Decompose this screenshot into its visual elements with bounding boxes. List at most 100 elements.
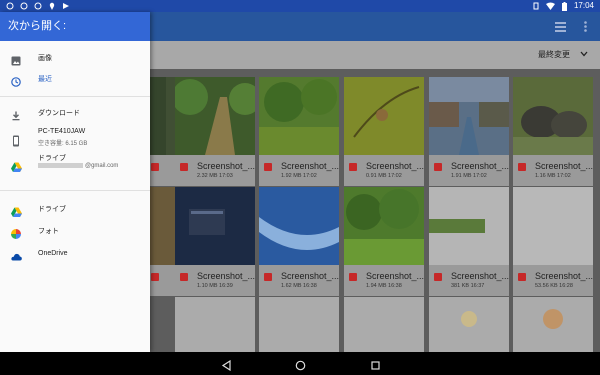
- image-file-icon: [151, 273, 159, 281]
- device-free-space: 空き容量: 6.15 GB: [38, 141, 88, 147]
- image-file-icon: [349, 163, 357, 171]
- file-meta: 53.56 KB 16:28: [535, 283, 573, 289]
- file-name: Screenshot_...: [366, 271, 425, 281]
- image-file-icon: [434, 163, 442, 171]
- thumbnail: [175, 187, 255, 265]
- file-tile[interactable]: Screenshot_... 381 KB 16:37: [429, 187, 509, 296]
- file-meta: 1.91 MB 17:02: [451, 173, 487, 179]
- drive-account-email: @gmail.com: [38, 163, 118, 169]
- file-tile[interactable]: [175, 297, 255, 359]
- image-file-icon: [180, 163, 188, 171]
- file-tile[interactable]: [429, 297, 509, 359]
- drawer-item-label: ダウンロード: [38, 110, 80, 117]
- file-tile[interactable]: [259, 297, 339, 359]
- file-meta: 1.62 MB 16:38: [281, 283, 317, 289]
- more-options-icon[interactable]: [579, 20, 592, 33]
- image-file-icon: [518, 273, 526, 281]
- file-meta: 0.91 MB 17:02: [366, 173, 402, 179]
- file-tile[interactable]: Screenshot_... 1.94 MB 16:38: [344, 187, 424, 296]
- image-file-icon: [180, 273, 188, 281]
- drive-icon: [11, 159, 22, 172]
- drawer-divider: [0, 96, 150, 97]
- image-file-icon: [434, 273, 442, 281]
- file-tile[interactable]: Screenshot_... 1.91 MB 17:02: [429, 77, 509, 186]
- file-meta: 1.94 MB 16:38: [366, 283, 402, 289]
- file-tile[interactable]: Screenshot_... 1.92 MB 17:02: [259, 77, 339, 186]
- list-view-icon[interactable]: [554, 20, 567, 33]
- image-icon: [11, 53, 21, 66]
- file-name: Screenshot_...: [451, 161, 510, 171]
- system-nav-bar: [0, 352, 600, 375]
- file-tile[interactable]: Screenshot_... 53.56 KB 16:28: [513, 187, 593, 296]
- image-file-icon: [264, 163, 272, 171]
- file-meta: 2.32 MB 17:03: [197, 173, 233, 179]
- file-tile[interactable]: Screenshot_... 1.62 MB 16:38: [259, 187, 339, 296]
- location-icon: [47, 1, 56, 10]
- file-tile[interactable]: Screenshot_... 1.10 MB 16:39: [175, 187, 255, 296]
- drawer-item-recent[interactable]: 最近: [0, 68, 150, 90]
- file-tile[interactable]: [344, 297, 424, 359]
- image-file-icon: [151, 163, 159, 171]
- file-name: Screenshot_...: [281, 161, 340, 171]
- file-meta: 381 KB 16:37: [451, 283, 485, 289]
- drawer-item-label: 最近: [38, 76, 52, 83]
- onedrive-icon: [11, 248, 22, 261]
- sort-label: 最終変更: [538, 50, 570, 59]
- image-file-icon: [349, 273, 357, 281]
- back-button[interactable]: [221, 358, 232, 372]
- file-tile[interactable]: Screenshot_... 0.91 MB 17:02: [344, 77, 424, 186]
- sort-dropdown[interactable]: 最終変更: [538, 49, 588, 60]
- image-file-icon: [518, 163, 526, 171]
- vibrate-icon: [532, 2, 541, 11]
- drawer-title: 次から開く:: [0, 12, 150, 41]
- file-name: Screenshot_...: [366, 161, 425, 171]
- status-bar: 17:04: [0, 0, 600, 12]
- drawer-divider: [0, 190, 150, 191]
- photos-icon: [11, 226, 21, 239]
- drawer-item-drive-account[interactable]: ドライブ @gmail.com: [0, 153, 150, 177]
- sync-icon: [19, 1, 28, 10]
- sync-icon: [33, 1, 42, 10]
- home-button[interactable]: [295, 358, 306, 371]
- image-file-icon: [264, 273, 272, 281]
- drawer-item-label: OneDrive: [38, 249, 68, 257]
- thumbnail: [429, 77, 509, 155]
- thumbnail: [259, 77, 339, 155]
- drive-label: ドライブ: [38, 155, 66, 162]
- status-time: 17:04: [573, 1, 594, 10]
- battery-icon: [560, 1, 569, 11]
- file-meta: 1.10 MB 16:39: [197, 283, 233, 289]
- drawer-item-drive[interactable]: ドライブ: [0, 198, 150, 220]
- drawer-item-photos[interactable]: フォト: [0, 220, 150, 242]
- thumbnail: [513, 77, 593, 155]
- file-name: Screenshot_...: [197, 271, 256, 281]
- drawer-item-label: ドライブ: [38, 206, 66, 213]
- thumbnail: [175, 77, 255, 155]
- device-name: PC-TE410JAW: [38, 128, 86, 135]
- thumbnail: [344, 77, 424, 155]
- drawer-item-onedrive[interactable]: OneDrive: [0, 242, 150, 264]
- thumbnail: [513, 187, 593, 265]
- file-name: Screenshot_...: [197, 161, 256, 171]
- drawer-item-images[interactable]: 画像: [0, 47, 150, 69]
- drawer-item-device[interactable]: PC-TE410JAW 空き容量: 6.15 GB: [0, 128, 150, 152]
- drawer-item-label: 画像: [38, 55, 52, 62]
- file-meta: 1.92 MB 17:02: [281, 173, 317, 179]
- thumbnail: [429, 187, 509, 265]
- chevron-down-icon: [580, 50, 588, 59]
- play-icon: [61, 1, 70, 10]
- navigation-drawer: 次から開く: 画像 最近 ダウンロード PC-TE410JAW 空き容量: 6.…: [0, 12, 150, 352]
- file-name: Screenshot_...: [281, 271, 340, 281]
- drawer-item-downloads[interactable]: ダウンロード: [0, 102, 150, 124]
- drive-icon: [11, 204, 22, 217]
- thumbnail: [344, 187, 424, 265]
- phone-icon: [11, 134, 21, 147]
- recents-button[interactable]: [370, 358, 381, 370]
- file-meta: 1.16 MB 17:02: [535, 173, 571, 179]
- file-tile[interactable]: [513, 297, 593, 359]
- file-name: Screenshot_...: [535, 161, 594, 171]
- file-tile[interactable]: Screenshot_... 1.16 MB 17:02: [513, 77, 593, 186]
- thumbnail: [259, 187, 339, 265]
- file-tile[interactable]: Screenshot_... 2.32 MB 17:03: [175, 77, 255, 186]
- sync-icon: [5, 1, 14, 10]
